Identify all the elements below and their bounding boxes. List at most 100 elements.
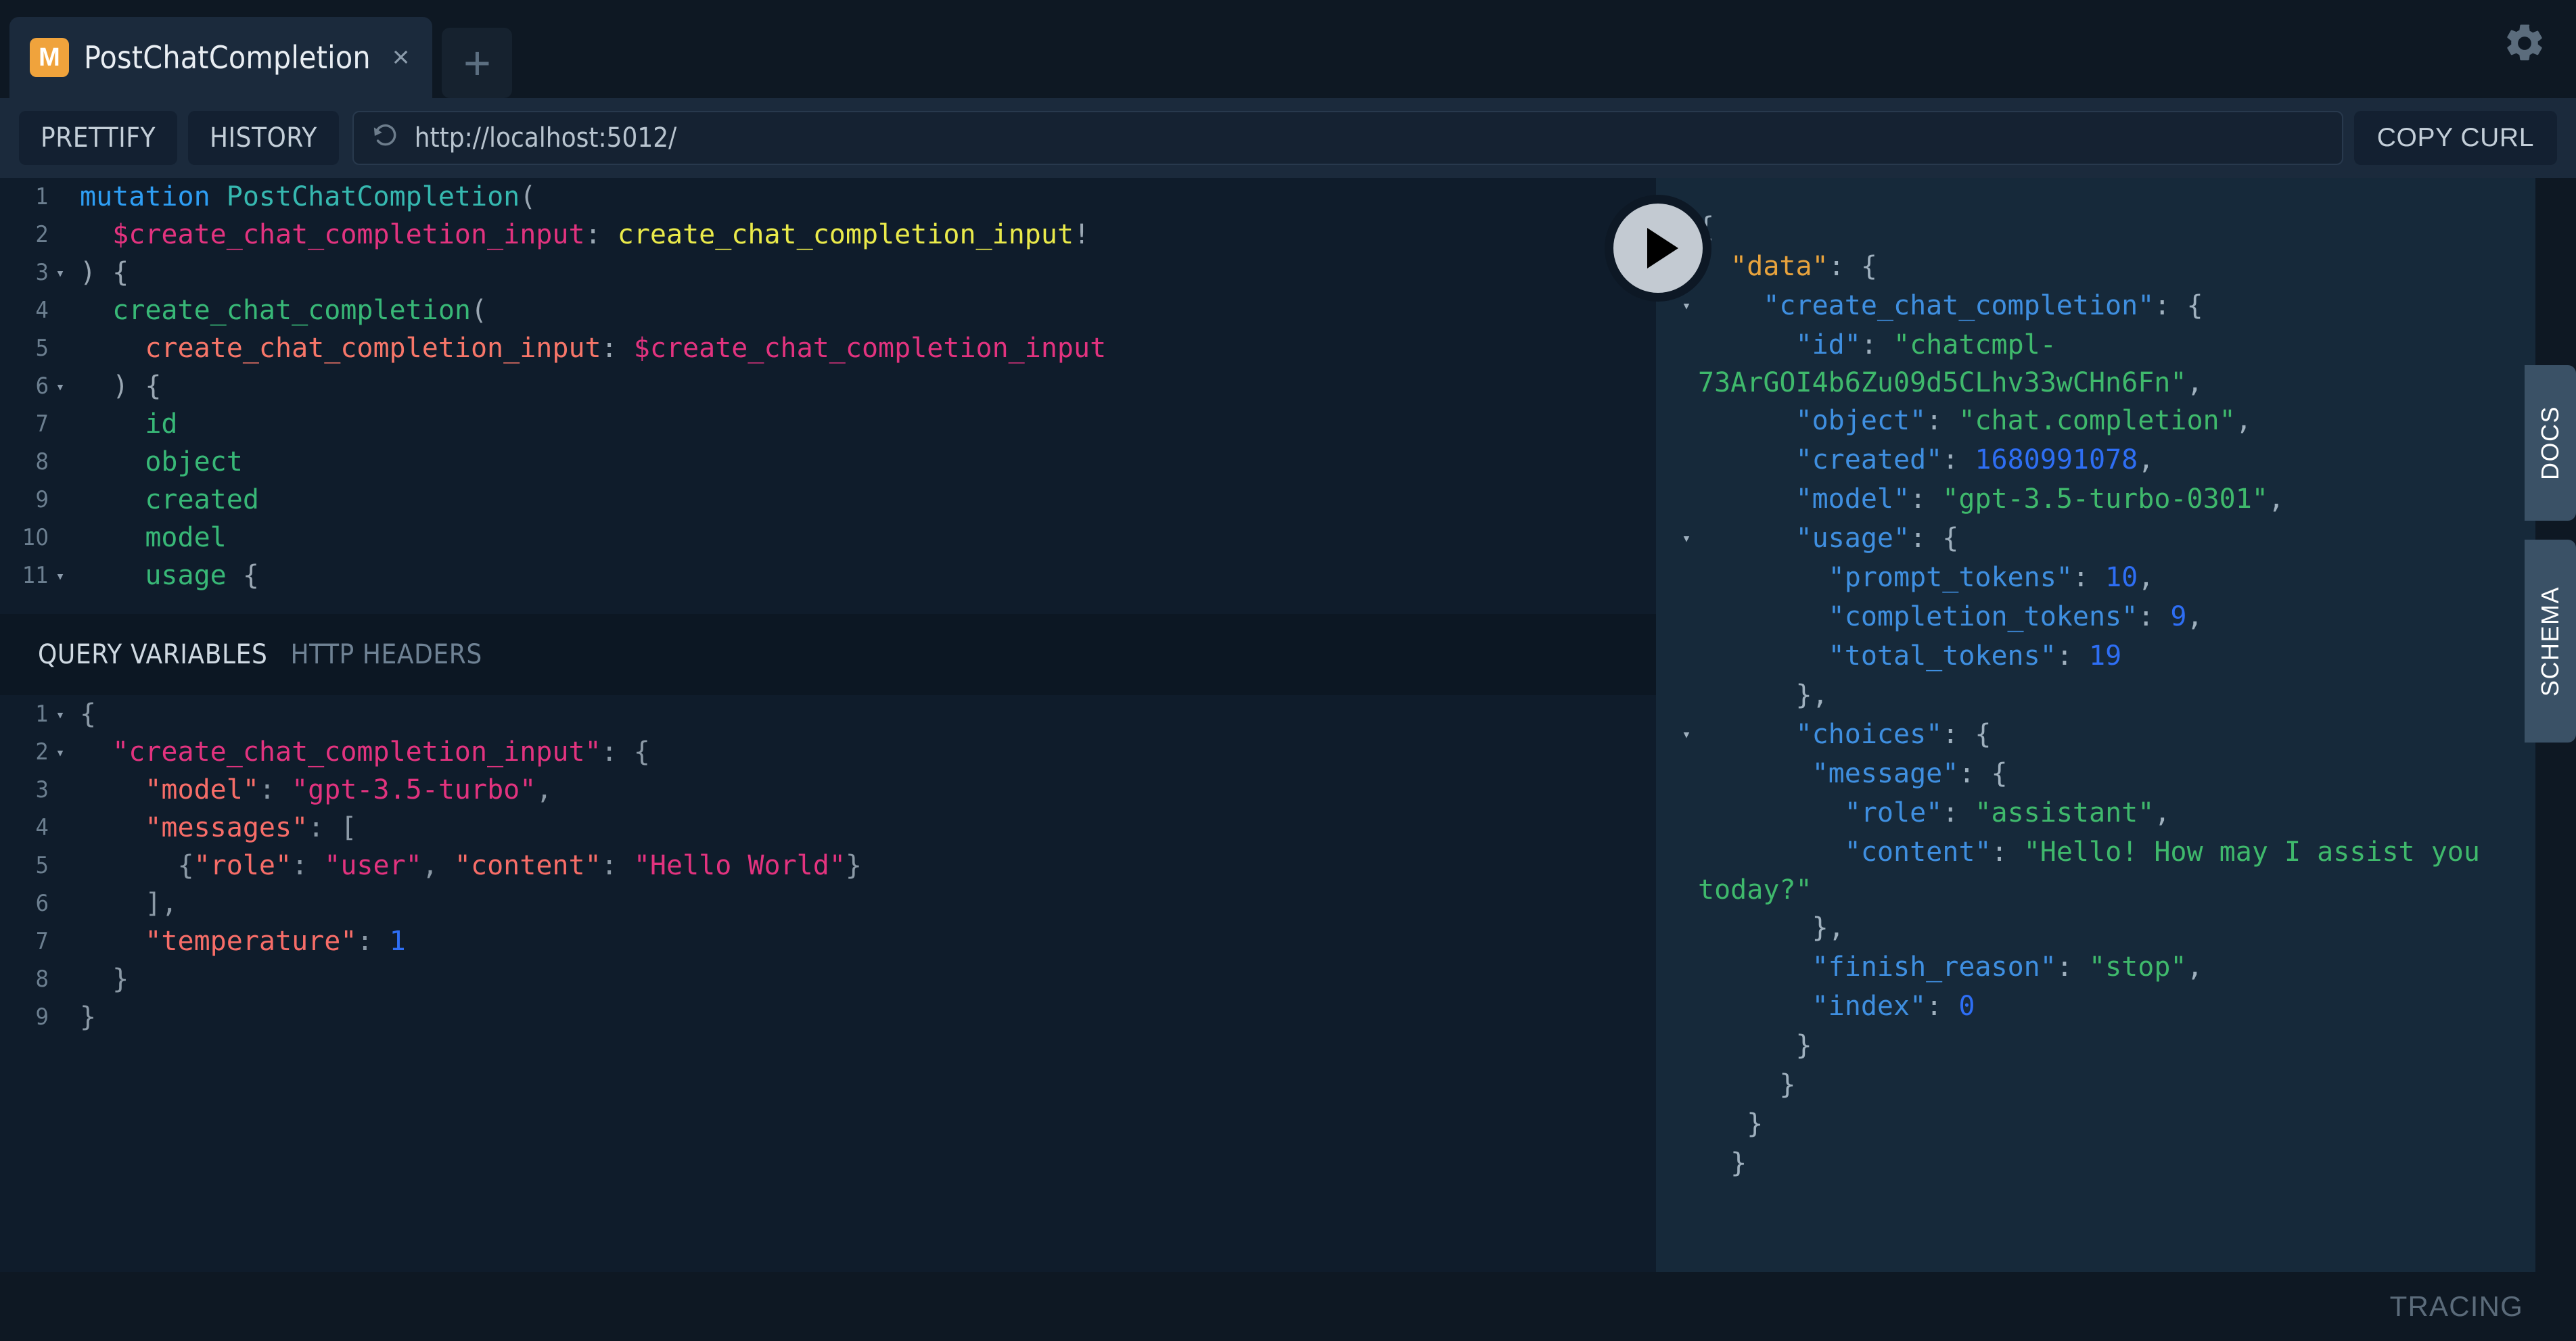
code-line: 4. create_chat_completion(	[0, 291, 1656, 329]
fold-caret-icon[interactable]: ▾	[1675, 715, 1698, 755]
line-number: 9	[35, 486, 49, 513]
response-line: . }	[1675, 1105, 2516, 1144]
code-line: 2. $create_chat_completion_input: create…	[0, 216, 1656, 254]
tab-bar: M PostChatCompletion × +	[0, 0, 2576, 98]
code-text: ) {	[80, 257, 129, 288]
response-line: . "id": "chatcmpl-73ArGOI4b6Zu09d5CLhv33…	[1675, 326, 2516, 402]
close-icon[interactable]: ×	[392, 43, 410, 72]
fold-spacer: .	[1675, 676, 1698, 715]
code-line: 6. ],	[0, 885, 1656, 922]
fold-caret-icon[interactable]: ▾	[49, 733, 72, 774]
mutation-badge-icon: M	[30, 38, 69, 77]
response-line: . },	[1675, 909, 2516, 948]
response-text: "completion_tokens": 9,	[1828, 601, 2203, 632]
history-revert-icon[interactable]	[371, 122, 400, 154]
response-line: . "message": {	[1675, 755, 2516, 794]
response-line: . "finish_reason": "stop",	[1675, 948, 2516, 987]
fold-spacer: .	[1675, 480, 1698, 519]
code-line: 8. }	[0, 960, 1656, 998]
fold-spacer: .	[1675, 1027, 1698, 1066]
line-number: 6	[35, 373, 49, 400]
code-text: }	[80, 1002, 97, 1033]
response-text: "model": "gpt-3.5-turbo-0301",	[1795, 484, 2284, 515]
response-text: "total_tokens": 19	[1828, 640, 2122, 672]
tab-query-variables[interactable]: QUERY VARIABLES	[38, 639, 267, 670]
response-line: . }	[1675, 1144, 2516, 1183]
code-text: "temperature": 1	[145, 926, 406, 957]
schema-tab[interactable]: SCHEMA	[2525, 540, 2576, 743]
url-value: http://localhost:5012/	[414, 122, 677, 154]
response-pane[interactable]: ▾{▾ "data": {▾ "create_chat_completion":…	[1656, 178, 2535, 1272]
response-text: "created": 1680991078,	[1795, 444, 2155, 475]
response-text: "usage": {	[1795, 523, 1959, 554]
code-line: 7. "temperature": 1	[0, 922, 1656, 960]
code-text: {"role": "user", "content": "Hello World…	[80, 850, 862, 881]
response-line: . "role": "assistant",	[1675, 794, 2516, 833]
line-number: 4	[35, 814, 49, 841]
line-number: 1	[35, 701, 49, 728]
play-icon	[1613, 204, 1703, 293]
fold-spacer: .	[49, 405, 72, 446]
response-line: . "total_tokens": 19	[1675, 637, 2516, 676]
line-number: 8	[35, 966, 49, 993]
line-number: 5	[35, 335, 49, 362]
editor-pane: 1. mutation PostChatCompletion(2. $create…	[0, 178, 1656, 1272]
code-text: }	[80, 964, 129, 995]
graphiql-app: M PostChatCompletion × + PRETTIFY HISTOR…	[0, 0, 2576, 1341]
code-text: created	[145, 484, 259, 515]
fold-caret-icon[interactable]: ▾	[49, 254, 72, 294]
code-line: 9.}	[0, 998, 1656, 1036]
copy-curl-button[interactable]: COPY CURL	[2353, 111, 2557, 165]
add-tab-button[interactable]: +	[442, 28, 513, 98]
fold-spacer: .	[49, 216, 72, 256]
url-input[interactable]: http://localhost:5012/	[352, 111, 2343, 165]
response-line: . "content": "Hello! How may I assist yo…	[1675, 833, 2516, 909]
docs-tab[interactable]: DOCS	[2525, 365, 2576, 521]
tab-http-headers[interactable]: HTTP HEADERS	[290, 639, 482, 670]
line-number: 8	[35, 448, 49, 475]
code-text: ],	[80, 888, 178, 919]
response-json: ▾{▾ "data": {▾ "create_chat_completion":…	[1656, 178, 2535, 1183]
response-text: "create_chat_completion": {	[1763, 290, 2203, 321]
execute-query-button[interactable]	[1605, 195, 1711, 302]
gear-icon[interactable]	[2493, 12, 2556, 74]
side-tab-group: DOCS SCHEMA	[2525, 365, 2576, 743]
fold-spacer: .	[49, 291, 72, 332]
line-number: 5	[35, 852, 49, 879]
code-line: 3 ▾) {	[0, 254, 1656, 291]
line-number: 7	[35, 928, 49, 955]
fold-spacer: .	[49, 443, 72, 484]
fold-spacer: .	[1675, 794, 1698, 833]
history-button[interactable]: HISTORY	[187, 111, 339, 165]
response-text: "finish_reason": "stop",	[1812, 951, 2203, 983]
fold-spacer: .	[1675, 402, 1698, 441]
fold-caret-icon[interactable]: ▾	[49, 367, 72, 408]
code-line: 5. create_chat_completion_input: $create…	[0, 329, 1656, 367]
code-text: "messages": [	[145, 812, 357, 843]
code-line: 3. "model": "gpt-3.5-turbo",	[0, 771, 1656, 809]
fold-caret-icon[interactable]: ▾	[1675, 519, 1698, 559]
fold-caret-icon[interactable]: ▾	[49, 557, 72, 597]
prettify-button[interactable]: PRETTIFY	[19, 111, 177, 165]
response-text: "content": "Hello! How may I assist you …	[1698, 837, 2497, 905]
response-line: ▾ "create_chat_completion": {	[1675, 287, 2516, 326]
fold-caret-icon[interactable]: ▾	[49, 695, 72, 736]
line-number: 3	[35, 776, 49, 803]
fold-spacer: .	[49, 481, 72, 521]
tab-post-chat-completion[interactable]: M PostChatCompletion ×	[9, 17, 433, 98]
line-number: 9	[35, 1004, 49, 1031]
query-variables-editor[interactable]: 1 ▾{2 ▾ "create_chat_completion_input": {3…	[0, 695, 1656, 1272]
response-line: . "completion_tokens": 9,	[1675, 598, 2516, 637]
tracing-button[interactable]: TRACING	[2390, 1290, 2523, 1323]
line-number: 10	[22, 524, 49, 551]
response-line: ▾ "data": {	[1675, 248, 2516, 287]
fold-spacer: .	[49, 885, 72, 925]
response-text: "prompt_tokens": 10,	[1828, 562, 2155, 593]
fold-spacer: .	[1675, 909, 1698, 948]
query-editor[interactable]: 1. mutation PostChatCompletion(2. $create…	[0, 178, 1656, 614]
code-text: object	[145, 446, 243, 477]
fold-spacer: .	[1675, 833, 1698, 872]
code-line: 1. mutation PostChatCompletion(	[0, 178, 1656, 216]
fold-spacer: .	[1675, 1144, 1698, 1183]
code-text: id	[145, 408, 178, 440]
